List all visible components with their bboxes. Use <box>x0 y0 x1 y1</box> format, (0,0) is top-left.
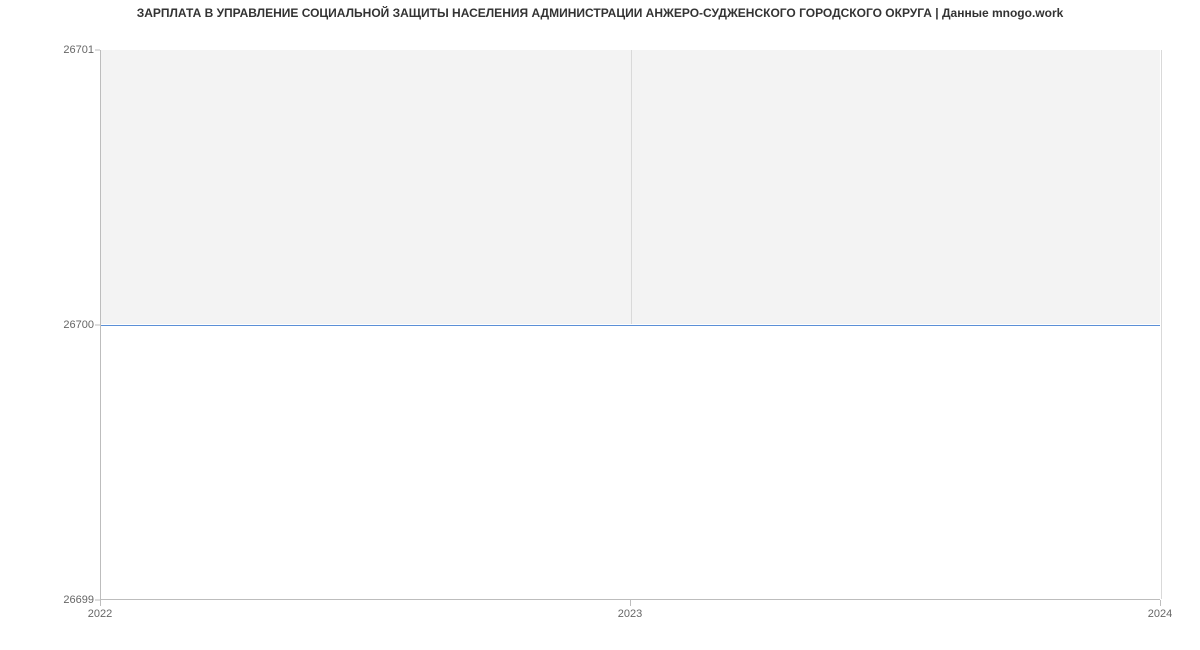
x-tick-label: 2022 <box>88 608 112 620</box>
gridline-vertical <box>1161 50 1162 599</box>
x-tick-mark <box>630 600 631 606</box>
y-tick-mark <box>95 325 100 326</box>
x-tick-label: 2024 <box>1148 608 1172 620</box>
chart-container: ЗАРПЛАТА В УПРАВЛЕНИЕ СОЦИАЛЬНОЙ ЗАЩИТЫ … <box>0 0 1200 650</box>
y-tick-mark <box>95 50 100 51</box>
x-tick-label: 2023 <box>618 608 642 620</box>
x-tick-mark <box>100 600 101 606</box>
y-tick-label: 26699 <box>4 594 94 606</box>
y-tick-label: 26701 <box>4 44 94 56</box>
chart-title: ЗАРПЛАТА В УПРАВЛЕНИЕ СОЦИАЛЬНОЙ ЗАЩИТЫ … <box>0 6 1200 20</box>
x-tick-mark <box>1160 600 1161 606</box>
plot-area <box>100 50 1160 600</box>
lower-white-band <box>101 324 1160 599</box>
data-line <box>101 325 1160 326</box>
y-tick-label: 26700 <box>4 319 94 331</box>
